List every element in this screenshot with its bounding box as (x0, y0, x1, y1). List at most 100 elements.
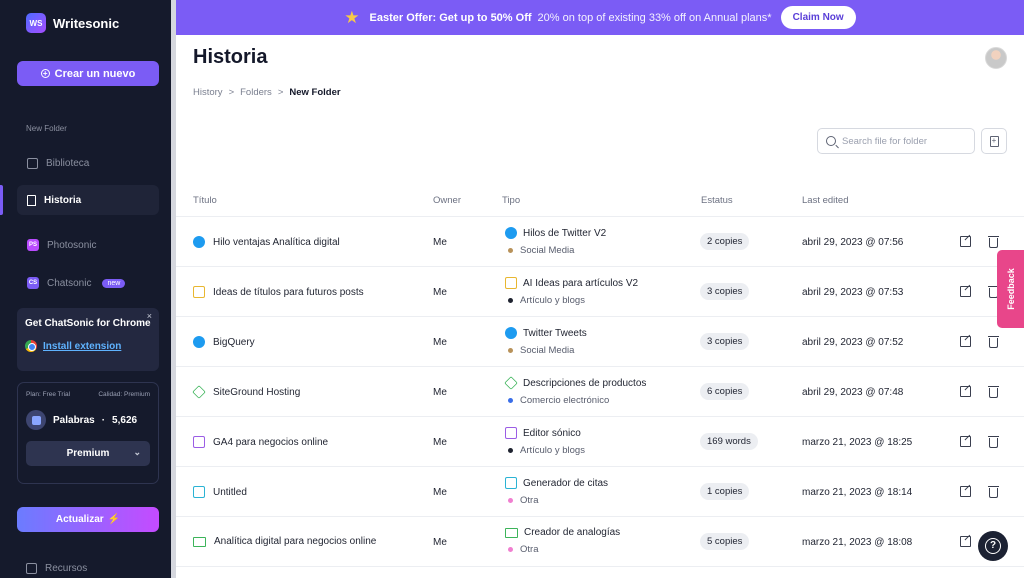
column-header-title[interactable]: Título (193, 195, 217, 206)
bookmark-icon (27, 194, 36, 206)
promo-banner: ★ Easter Offer: Get up to 50% Off 20% on… (176, 0, 1024, 35)
row-category: Social Media (520, 245, 575, 256)
row-last-edited: marzo 21, 2023 @ 18:25 (802, 437, 913, 448)
row-title-cell[interactable]: SiteGround Hosting (192, 385, 301, 399)
sidebar-item-chatsonic[interactable]: CS Chatsonic new (17, 268, 159, 298)
help-icon: ? (985, 538, 1001, 554)
words-icon (26, 410, 46, 430)
quality-select[interactable]: Premium ⌄ (26, 441, 150, 466)
column-header-owner[interactable]: Owner (433, 195, 461, 206)
editor-pen-icon (193, 436, 205, 448)
table-row[interactable]: BigQuery Me Twitter Tweets Social Media … (176, 317, 1024, 367)
category-dot (508, 448, 513, 453)
breadcrumb-history[interactable]: History (193, 87, 223, 98)
row-owner: Me (433, 487, 447, 498)
words-separator: · (101, 414, 106, 426)
sidebar-item-historia[interactable]: Historia (17, 185, 159, 215)
feedback-label: Feedback (1005, 268, 1016, 310)
breadcrumb-separator: > (228, 87, 235, 98)
analogy-icon (505, 527, 518, 538)
table-row[interactable]: Untitled Me Generador de citas Otra 1 co… (176, 467, 1024, 517)
status-badge: 1 copies (700, 483, 750, 500)
trash-icon[interactable] (988, 386, 999, 398)
chrome-extension-card: × Get ChatSonic for Chrome Install exten… (17, 308, 159, 371)
photosonic-icon: PS (27, 239, 39, 251)
table-row[interactable]: GA4 para negocios online Me Editor sónic… (176, 417, 1024, 467)
breadcrumb-folders[interactable]: Folders (240, 87, 272, 98)
star-icon: ★ (344, 7, 360, 27)
status-badge: 3 copies (700, 283, 750, 300)
row-title-cell[interactable]: Analítica digital para negocios online (193, 536, 376, 547)
search-icon (826, 136, 836, 146)
search-input[interactable] (842, 135, 967, 147)
editor-pen-icon (505, 427, 517, 439)
row-title-cell[interactable]: Untitled (193, 486, 247, 498)
edit-icon[interactable] (960, 336, 971, 347)
twitter-icon (505, 227, 517, 239)
category-dot (508, 298, 513, 303)
avatar[interactable] (985, 47, 1007, 69)
row-title: Untitled (213, 486, 247, 498)
edit-icon[interactable] (960, 436, 971, 447)
help-button[interactable]: ? (978, 531, 1008, 561)
row-owner: Me (433, 387, 447, 398)
install-extension-label: Install extension (43, 340, 122, 352)
edit-icon[interactable] (960, 236, 971, 247)
row-last-edited: abril 29, 2023 @ 07:52 (802, 337, 904, 348)
category-dot (508, 547, 513, 552)
edit-icon[interactable] (960, 286, 971, 297)
edit-icon[interactable] (960, 386, 971, 397)
trash-icon[interactable] (988, 486, 999, 498)
trash-icon[interactable] (988, 336, 999, 348)
plan-card: Plan: Free Trial Calidad: Premium Palabr… (17, 382, 159, 484)
create-new-label: Crear un nuevo (54, 67, 136, 80)
chevron-down-icon: ⌄ (133, 447, 141, 457)
product-cube-icon (504, 376, 518, 390)
create-new-button[interactable]: + Crear un nuevo (17, 61, 159, 86)
column-header-status[interactable]: Estatus (701, 195, 733, 206)
install-extension-link[interactable]: Install extension (25, 340, 151, 352)
close-icon[interactable]: × (147, 311, 152, 321)
banner-offer: Easter Offer: Get up to 50% Off (369, 11, 532, 24)
quote-icon (505, 477, 517, 489)
trash-icon[interactable] (988, 236, 999, 248)
column-header-tipo[interactable]: Tipo (502, 195, 520, 206)
quality-select-value: Premium (66, 448, 110, 459)
row-type: Descripciones de productos (523, 377, 647, 389)
quote-icon (193, 486, 205, 498)
search-box (817, 128, 975, 154)
table-row[interactable]: Analítica digital para negocios online M… (176, 517, 1024, 567)
sidebar: WS Writesonic + Crear un nuevo New Folde… (0, 0, 171, 578)
row-title-cell[interactable]: BigQuery (193, 336, 255, 348)
sidebar-item-label: Biblioteca (46, 157, 90, 169)
row-category: Social Media (520, 345, 575, 356)
chrome-icon (25, 340, 37, 352)
table-row[interactable]: Hilo ventajas Analítica digital Me Hilos… (176, 217, 1024, 267)
library-icon (27, 157, 38, 169)
status-badge: 5 copies (700, 533, 750, 550)
sidebar-item-biblioteca[interactable]: Biblioteca (17, 148, 159, 178)
edit-icon[interactable] (960, 486, 971, 497)
row-title-cell[interactable]: Ideas de títulos para futuros posts (193, 286, 364, 298)
status-badge: 2 copies (700, 233, 750, 250)
feedback-tab[interactable]: Feedback (997, 250, 1024, 328)
page-title: Historia (193, 46, 268, 68)
row-title-cell[interactable]: Hilo ventajas Analítica digital (193, 236, 340, 248)
edit-icon[interactable] (960, 536, 971, 547)
column-header-edited[interactable]: Last edited (802, 195, 848, 206)
logo[interactable]: WS Writesonic (26, 13, 119, 33)
row-title: BigQuery (213, 336, 255, 348)
row-title-cell[interactable]: GA4 para negocios online (193, 436, 328, 448)
table-row[interactable]: Ideas de títulos para futuros posts Me A… (176, 267, 1024, 317)
trash-icon[interactable] (988, 436, 999, 448)
breadcrumb: History > Folders > New Folder (193, 87, 341, 98)
banner-details: 20% on top of existing 33% off on Annual… (537, 11, 772, 24)
claim-now-button[interactable]: Claim Now (780, 6, 856, 29)
row-title: SiteGround Hosting (213, 386, 301, 398)
sidebar-item-photosonic[interactable]: PS Photosonic (17, 230, 159, 260)
sidebar-item-recursos[interactable]: Recursos (26, 563, 87, 574)
new-badge: new (102, 278, 126, 288)
table-row[interactable]: SiteGround Hosting Me Descripciones de p… (176, 367, 1024, 417)
new-file-button[interactable]: + (981, 128, 1007, 154)
upgrade-button[interactable]: Actualizar ⚡ (17, 507, 159, 532)
